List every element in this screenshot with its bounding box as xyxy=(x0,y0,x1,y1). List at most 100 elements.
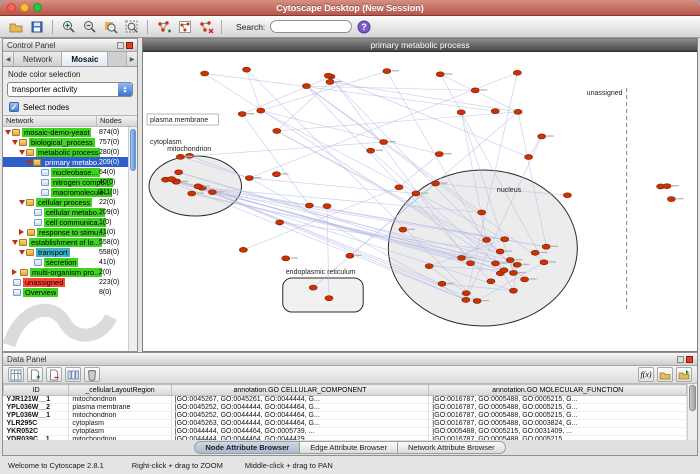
table-cell[interactable]: [GO:0045252, GO:0044444, GO:0044464, G..… xyxy=(171,412,429,420)
zoom-fit-button[interactable] xyxy=(122,17,141,36)
table-cell[interactable]: cytoplasm xyxy=(69,428,171,436)
select-nodes-checkbox[interactable]: ✓ xyxy=(9,102,19,112)
tree-expander-icon[interactable] xyxy=(19,229,24,235)
tab-scroll-left-icon[interactable]: ◀ xyxy=(3,52,14,66)
table-scrollbar[interactable] xyxy=(687,384,697,440)
tab-node-attribute-browser[interactable]: Node Attribute Browser xyxy=(194,441,300,454)
tree-row[interactable]: multi-organism pro...2(0) xyxy=(3,267,128,277)
float-panel-button[interactable] xyxy=(117,42,124,49)
tree-expander-icon[interactable] xyxy=(12,269,17,275)
tree-expander-icon[interactable] xyxy=(5,130,11,135)
tree-header-nodes[interactable]: Nodes xyxy=(97,116,122,126)
tree-header-network[interactable]: Network xyxy=(3,116,97,126)
close-panel-button[interactable] xyxy=(126,42,133,49)
table-cell[interactable]: [GO:0016787, GO:0005488, GO:0005215, ... xyxy=(429,436,687,441)
tree-expander-icon[interactable] xyxy=(12,140,18,145)
create-network-view-button[interactable] xyxy=(154,17,173,36)
tree-scrollbar[interactable] xyxy=(128,127,137,351)
tree-row[interactable]: biological_process757(0) xyxy=(3,137,128,147)
table-cell[interactable]: [GO:0045267, GO:0045261, GO:0044444, G..… xyxy=(171,396,429,404)
table-cell[interactable]: YJR121W__1 xyxy=(4,396,69,404)
delete-attribute-button[interactable] xyxy=(46,367,62,382)
table-row[interactable]: YKR052Ccytoplasm[GO:0044444, GO:0044464,… xyxy=(4,428,687,436)
tree-row[interactable]: establishment of lo...558(0) xyxy=(3,237,128,247)
tree-row[interactable]: cell communica...1(0) xyxy=(3,217,128,227)
table-cell[interactable]: YLR295C xyxy=(4,420,69,428)
table-cell[interactable]: [GO:0016787, GO:0005488, GO:0005215, G..… xyxy=(429,404,687,412)
close-window-button[interactable] xyxy=(7,3,16,12)
save-session-button[interactable] xyxy=(27,17,46,36)
tree-row[interactable]: transport558(0) xyxy=(3,247,128,257)
table-cell[interactable]: plasma membrane xyxy=(69,404,171,412)
open-session-button[interactable] xyxy=(6,17,25,36)
float-panel-button[interactable] xyxy=(677,356,684,363)
tab-edge-attribute-browser[interactable]: Edge Attribute Browser xyxy=(300,441,398,454)
tree-row[interactable]: unassigned223(0) xyxy=(3,277,128,287)
tree-row[interactable]: cellular metabo...209(0) xyxy=(3,207,128,217)
tree-row[interactable]: metabolic process280(0) xyxy=(3,147,128,157)
select-attributes-button[interactable] xyxy=(8,367,24,382)
network-canvas[interactable]: plasma membranecytoplasmmitochondrionnuc… xyxy=(143,52,697,351)
search-input[interactable] xyxy=(270,20,352,33)
column-header[interactable]: annotation.GO MOLECULAR_FUNCTION xyxy=(429,385,687,396)
tab-scroll-right-icon[interactable]: ▶ xyxy=(126,52,137,66)
table-cell[interactable]: cytoplasm xyxy=(69,420,171,428)
table-cell[interactable]: mitochondrion xyxy=(69,396,171,404)
maximize-window-button[interactable] xyxy=(33,3,42,12)
table-cell[interactable]: mitochondrion xyxy=(69,436,171,441)
zoom-selected-button[interactable] xyxy=(101,17,120,36)
import-attributes-button[interactable] xyxy=(657,367,673,382)
zoom-in-button[interactable] xyxy=(59,17,78,36)
table-row[interactable]: YJR121W__1mitochondrion[GO:0045267, GO:0… xyxy=(4,396,687,404)
tree-expander-icon[interactable] xyxy=(19,250,25,255)
table-cell[interactable]: [GO:0044444, GO:0044464, GO:0044429, ... xyxy=(171,436,429,441)
tree-row[interactable]: nucleobase...64(0) xyxy=(3,167,128,177)
tree-expander-icon[interactable] xyxy=(12,240,18,245)
function-builder-button[interactable]: f(x) xyxy=(638,367,654,382)
table-cell[interactable]: YDR039C__1 xyxy=(4,436,69,441)
tree-row[interactable]: response to stimu...41(0) xyxy=(3,227,128,237)
table-cell[interactable]: YPL036W__2 xyxy=(4,404,69,412)
tree-expander-icon[interactable] xyxy=(26,160,32,165)
table-cell[interactable]: [GO:0005488, GO:0005215, GO:0031409, ... xyxy=(429,428,687,436)
tree-scrollbar-thumb[interactable] xyxy=(130,129,136,171)
table-cell[interactable]: [GO:0044444, GO:0044464, GO:0005739, ... xyxy=(171,428,429,436)
table-row[interactable]: YLR295Ccytoplasm[GO:0045263, GO:0044444,… xyxy=(4,420,687,428)
table-cell[interactable]: YKR052C xyxy=(4,428,69,436)
table-cell[interactable]: [GO:0016787, GO:0005488, GO:0003824, G..… xyxy=(429,420,687,428)
table-cell[interactable]: mitochondrion xyxy=(69,412,171,420)
column-header[interactable]: _cellularLayoutRegion xyxy=(69,385,171,396)
tree-row[interactable]: primary metabo...209(0) xyxy=(3,157,128,167)
tree-row[interactable]: secretion41(0) xyxy=(3,257,128,267)
destroy-network-view-button[interactable] xyxy=(196,17,215,36)
network-view-title[interactable]: primary metabolic process xyxy=(143,39,697,52)
column-header[interactable]: annotation.GO CELLULAR_COMPONENT xyxy=(171,385,429,396)
minimize-window-button[interactable] xyxy=(20,3,29,12)
column-header[interactable]: ID xyxy=(4,385,69,396)
attribute-table[interactable]: ID_cellularLayoutRegionannotation.GO CEL… xyxy=(3,384,687,440)
tree-row[interactable]: mosaic-demo-yeast874(0) xyxy=(3,127,128,137)
export-attributes-button[interactable] xyxy=(676,367,692,382)
tab-network[interactable]: Network xyxy=(14,52,62,66)
table-cell[interactable]: [GO:0016787, GO:0005488, GO:0005215, G..… xyxy=(429,396,687,404)
tree-row[interactable]: cellular process22(0) xyxy=(3,197,128,207)
close-panel-button[interactable] xyxy=(686,356,693,363)
help-button[interactable]: ? xyxy=(354,17,373,36)
table-row[interactable]: YPL036W__1mitochondrion[GO:0045252, GO:0… xyxy=(4,412,687,420)
tab-mosaic[interactable]: Mosaic xyxy=(62,52,108,66)
network-overview-button[interactable] xyxy=(175,17,194,36)
tree-expander-icon[interactable] xyxy=(19,200,25,205)
node-color-combobox[interactable]: transporter activity ▲▼ xyxy=(7,82,133,97)
tree-row[interactable]: Overview8(0) xyxy=(3,287,128,297)
table-scrollbar-thumb[interactable] xyxy=(689,385,696,411)
tree-row[interactable]: macromolecule...311(0) xyxy=(3,187,128,197)
tree-expander-icon[interactable] xyxy=(19,150,25,155)
table-cell[interactable]: [GO:0045263, GO:0044444, GO:0044464, G..… xyxy=(171,420,429,428)
create-attribute-button[interactable] xyxy=(27,367,43,382)
tree-row[interactable]: nitrogen compo...40(0) xyxy=(3,177,128,187)
delete-rows-button[interactable] xyxy=(84,367,100,382)
select-columns-button[interactable] xyxy=(65,367,81,382)
tab-network-attribute-browser[interactable]: Network Attribute Browser xyxy=(398,441,506,454)
table-row[interactable]: YDR039C__1mitochondrion[GO:0044444, GO:0… xyxy=(4,436,687,441)
table-cell[interactable]: [GO:0016787, GO:0005488, GO:0005215, G..… xyxy=(429,412,687,420)
